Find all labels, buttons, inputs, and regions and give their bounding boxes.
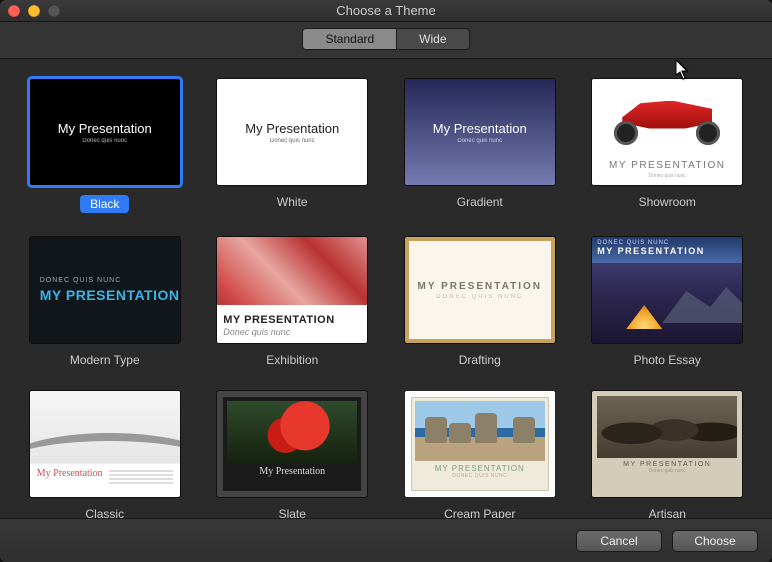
theme-thumbnail: MY PRESENTATION DONEC QUIS NUNC: [405, 391, 555, 497]
theme-photo-essay[interactable]: DONEC QUIS NUNC MY PRESENTATION Photo Es…: [589, 237, 747, 367]
theme-artisan[interactable]: MY PRESENTATION Donec quis nunc Artisan: [589, 391, 747, 518]
cancel-button[interactable]: Cancel: [576, 530, 662, 552]
bridge-icon: [30, 391, 180, 463]
theme-thumbnail: MY PRESENTATION Donec quis nunc: [592, 391, 742, 497]
aspect-ratio-segmented: Standard Wide: [302, 28, 469, 50]
preset-title: MY PRESENTATION: [415, 464, 545, 473]
theme-exhibition[interactable]: MY PRESENTATION Donec quis nunc Exhibiti…: [214, 237, 372, 367]
theme-black[interactable]: My Presentation Donec quis nunc Black: [26, 79, 184, 213]
seascape-icon: [415, 401, 545, 461]
preset-title: MY PRESENTATION: [223, 314, 334, 326]
preset-title: MY PRESENTATION: [597, 246, 737, 256]
theme-thumbnail: DONEC QUIS NUNC MY PRESENTATION: [30, 237, 180, 343]
preset-subtitle: Donec quis nunc: [223, 327, 290, 337]
preset-title: My Presentation: [58, 121, 152, 136]
theme-gradient[interactable]: My Presentation Donec quis nunc Gradient: [401, 79, 559, 213]
parrot-icon: [227, 401, 357, 463]
theme-grid-scroller[interactable]: My Presentation Donec quis nunc Black My…: [0, 59, 772, 518]
preset-subtitle: Donec quis nunc: [592, 173, 742, 179]
theme-slate[interactable]: My Presentation Slate: [214, 391, 372, 518]
titlebar: Choose a Theme: [0, 0, 772, 22]
segment-standard[interactable]: Standard: [303, 29, 396, 49]
dialog-footer: Cancel Choose: [0, 518, 772, 562]
aspect-ratio-bar: Standard Wide: [0, 22, 772, 59]
preset-subtitle: Donec quis nunc: [82, 138, 127, 144]
motorcycle-icon: [592, 79, 742, 160]
theme-label: Photo Essay: [589, 353, 747, 367]
preset-subtitle: DONEC QUIS NUNC: [415, 473, 545, 479]
minimize-icon[interactable]: [28, 5, 40, 17]
theme-label: Modern Type: [26, 353, 184, 367]
theme-label: Artisan: [589, 507, 747, 518]
theme-thumbnail: MY PRESENTATION Donec quis nunc: [217, 237, 367, 343]
theme-label: Exhibition: [214, 353, 372, 367]
preset-title: My Presentation: [245, 121, 339, 136]
theme-label: White: [214, 195, 372, 209]
theme-thumbnail: MY PRESENTATION DONEC QUIS NUNC: [405, 237, 555, 343]
preset-subtitle: DONEC QUIS NUNC: [436, 294, 523, 300]
theme-thumbnail: My Presentation: [30, 391, 180, 497]
window-title: Choose a Theme: [0, 3, 772, 18]
theme-label: Showroom: [589, 195, 747, 209]
preset-title: My Presentation: [433, 121, 527, 136]
theme-modern-type[interactable]: DONEC QUIS NUNC MY PRESENTATION Modern T…: [26, 237, 184, 367]
theme-thumbnail: My Presentation: [217, 391, 367, 497]
theme-chooser-window: Choose a Theme Standard Wide My Presenta…: [0, 0, 772, 562]
pottery-icon: [597, 396, 737, 458]
theme-cream-paper[interactable]: MY PRESENTATION DONEC QUIS NUNC Cream Pa…: [401, 391, 559, 518]
close-icon[interactable]: [8, 5, 20, 17]
theme-label: Slate: [214, 507, 372, 518]
theme-thumbnail: My Presentation Donec quis nunc: [405, 79, 555, 185]
preset-title: My Presentation: [227, 466, 357, 477]
theme-label: Cream Paper: [401, 507, 559, 518]
segment-wide[interactable]: Wide: [396, 29, 468, 49]
theme-thumbnail: DONEC QUIS NUNC MY PRESENTATION: [592, 237, 742, 343]
theme-white[interactable]: My Presentation Donec quis nunc White: [214, 79, 372, 213]
preset-title: MY PRESENTATION: [592, 160, 742, 171]
theme-label: Classic: [26, 507, 184, 518]
theme-grid: My Presentation Donec quis nunc Black My…: [26, 79, 746, 518]
preset-subtitle: Donec quis nunc: [597, 468, 737, 474]
preset-subtitle: DONEC QUIS NUNC: [40, 277, 122, 284]
preset-subtitle: Donec quis nunc: [457, 138, 502, 144]
theme-label: Black: [26, 195, 184, 213]
preset-title: My Presentation: [37, 468, 103, 479]
theme-thumbnail: My Presentation Donec quis nunc: [30, 79, 180, 185]
theme-drafting[interactable]: MY PRESENTATION DONEC QUIS NUNC Drafting: [401, 237, 559, 367]
theme-label: Gradient: [401, 195, 559, 209]
theme-classic[interactable]: My Presentation Classic: [26, 391, 184, 518]
preset-title: MY PRESENTATION: [597, 461, 737, 468]
theme-thumbnail: MY PRESENTATION Donec quis nunc: [592, 79, 742, 185]
theme-showroom[interactable]: MY PRESENTATION Donec quis nunc Showroom: [589, 79, 747, 213]
zoom-icon[interactable]: [48, 5, 60, 17]
window-controls: [8, 5, 60, 17]
choose-button[interactable]: Choose: [672, 530, 758, 552]
theme-label: Drafting: [401, 353, 559, 367]
preset-title: MY PRESENTATION: [40, 287, 180, 303]
tent-icon: [626, 305, 662, 329]
theme-thumbnail: My Presentation Donec quis nunc: [217, 79, 367, 185]
preset-title: MY PRESENTATION: [418, 281, 542, 292]
preset-subtitle: Donec quis nunc: [270, 138, 315, 144]
